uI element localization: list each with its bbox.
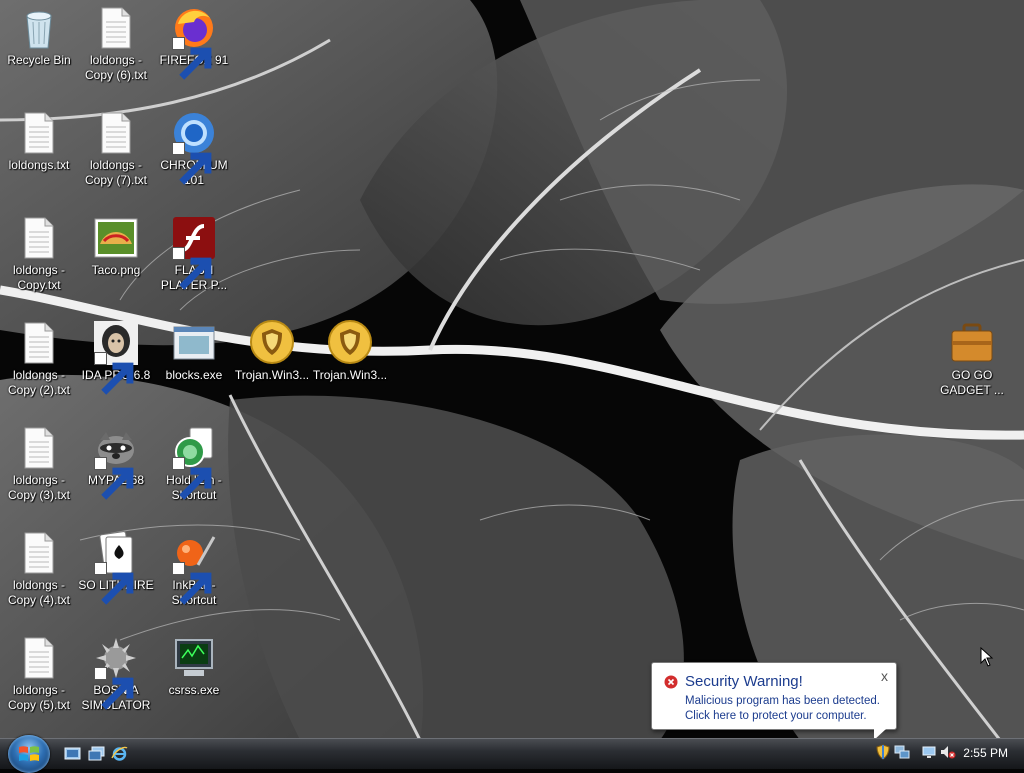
volume-muted-icon[interactable] [940, 744, 956, 760]
shortcut-arrow-icon [172, 37, 212, 80]
icon-inkball[interactable]: InkBall - Shortcut [155, 529, 233, 608]
text-file-icon [24, 532, 54, 574]
shortcut-arrow-icon [172, 142, 212, 185]
start-button[interactable] [8, 735, 50, 773]
exe-file-icon [173, 326, 215, 360]
icon-bosnia-simulator[interactable]: BOSNIA SIMULATOR [77, 634, 155, 713]
icon-label: GO GO GADGET ... [940, 368, 1004, 397]
taskbar: 2:55 PM [0, 735, 1024, 773]
icon-trojan[interactable]: Trojan.Win3... [311, 319, 389, 383]
icon-image-file[interactable]: Taco.png [77, 214, 155, 278]
icon-text-file[interactable]: loldongs - Copy.txt [0, 214, 78, 293]
icon-label: Trojan.Win3... [312, 368, 388, 382]
icon-label: loldongs - Copy (7).txt [84, 158, 147, 187]
shortcut-arrow-icon [172, 457, 212, 500]
balloon-title: Security Warning! [685, 673, 803, 690]
text-file-icon [24, 217, 54, 259]
icon-text-file[interactable]: loldongs.txt [0, 109, 78, 173]
briefcase-icon [951, 323, 993, 362]
icon-recycle-bin[interactable]: Recycle Bin [0, 4, 78, 68]
security-shield-icon[interactable] [875, 744, 891, 760]
icon-gadget[interactable]: GO GO GADGET ... [933, 319, 1011, 398]
shortcut-arrow-icon [172, 562, 212, 605]
switch-windows-icon[interactable] [88, 746, 105, 761]
icon-label: csrss.exe [168, 683, 220, 697]
image-file-icon [94, 218, 138, 258]
icon-text-file[interactable]: loldongs - Copy (2).txt [0, 319, 78, 398]
text-file-icon [24, 112, 54, 154]
network-icon[interactable] [921, 744, 937, 760]
shortcut-arrow-icon [94, 562, 134, 605]
windows-logo-icon [19, 746, 39, 761]
icon-label: loldongs - Copy (6).txt [84, 53, 147, 82]
balloon-message[interactable]: Malicious program has been detected. Cli… [685, 694, 880, 724]
icon-text-file[interactable]: loldongs - Copy (5).txt [0, 634, 78, 713]
shortcut-arrow-icon [172, 247, 212, 290]
icon-hold-em[interactable]: Hold 'Em - Shortcut [155, 424, 233, 503]
text-file-icon [101, 112, 131, 154]
icon-text-file[interactable]: loldongs - Copy (4).txt [0, 529, 78, 608]
taskbar-clock[interactable]: 2:55 PM [963, 746, 1008, 760]
icon-exe-file[interactable]: blocks.exe [155, 319, 233, 383]
shortcut-arrow-icon [94, 667, 134, 710]
mouse-cursor-icon [980, 647, 994, 667]
icon-csrss[interactable]: csrss.exe [155, 634, 233, 698]
icon-text-file[interactable]: loldongs - Copy (6).txt [77, 4, 155, 83]
icon-label: Taco.png [91, 263, 141, 277]
icon-mypal[interactable]: MYPAL 68 [77, 424, 155, 500]
icon-label: loldongs.txt [8, 158, 70, 172]
text-file-icon [24, 427, 54, 469]
icon-label: loldongs - Copy.txt [12, 263, 66, 292]
close-icon[interactable]: x [881, 668, 888, 684]
show-desktop-icon[interactable] [64, 746, 81, 761]
icon-text-file[interactable]: loldongs - Copy (7).txt [77, 109, 155, 188]
icon-label: loldongs - Copy (2).txt [7, 368, 70, 397]
icon-label: Recycle Bin [7, 53, 71, 67]
icon-label: blocks.exe [165, 368, 223, 382]
icon-trojan[interactable]: Trojan.Win3... [233, 319, 311, 383]
balloon-message-line: Click here to protect your computer. [685, 710, 867, 722]
text-file-icon [101, 7, 131, 49]
shortcut-arrow-icon [94, 457, 134, 500]
icon-flash-player[interactable]: FLASH PLAYER P... [155, 214, 233, 293]
network-computers-icon[interactable] [894, 744, 910, 760]
monitor-icon [175, 639, 213, 676]
shield-icon [328, 320, 372, 364]
icon-text-file[interactable]: loldongs - Copy (3).txt [0, 424, 78, 503]
icon-label: loldongs - Copy (5).txt [7, 683, 70, 712]
balloon-message-line: Malicious program has been detected. [685, 695, 880, 707]
text-file-icon [24, 637, 54, 679]
error-icon [664, 675, 678, 689]
recycle-bin-icon [26, 11, 52, 49]
icon-label: loldongs - Copy (4).txt [7, 578, 70, 607]
shortcut-arrow-icon [94, 352, 134, 395]
security-warning-balloon[interactable]: Security Warning! Malicious program has … [651, 662, 897, 740]
internet-explorer-icon[interactable] [111, 746, 128, 761]
icon-chromium[interactable]: CHROMIUM 101 [155, 109, 233, 188]
icon-solitaire[interactable]: SO LIT!! AIRE [77, 529, 155, 605]
icon-ida-pro[interactable]: IDA PRO 6.8 [77, 319, 155, 395]
icon-label: loldongs - Copy (3).txt [7, 473, 70, 502]
icon-label: Trojan.Win3... [234, 368, 310, 382]
shield-icon [250, 320, 294, 364]
icon-firefox[interactable]: FIREFOX 91 [155, 4, 233, 80]
text-file-icon [24, 322, 54, 364]
